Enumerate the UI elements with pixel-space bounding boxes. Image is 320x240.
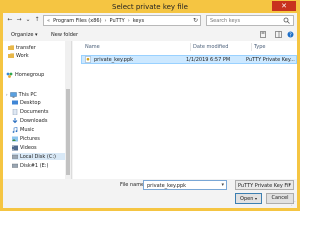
new-folder-button[interactable]: New folder bbox=[51, 32, 78, 38]
nav-item-disk-e[interactable]: Disk#1 (E:) bbox=[12, 162, 48, 169]
column-divider[interactable] bbox=[190, 43, 191, 51]
forward-button[interactable]: → bbox=[15, 16, 23, 24]
address-bar[interactable]: « Program Files (x86) › PuTTY › keys ↻ bbox=[43, 15, 201, 26]
nav-item-this-pc[interactable]: › This PC bbox=[6, 91, 37, 98]
expand-arrow-icon[interactable]: › bbox=[6, 92, 8, 97]
file-type-select[interactable]: PuTTY Private Key Files (*.ppk) ▾ bbox=[235, 180, 294, 190]
dialog-client: ← → ⌄ ↑ « Program Files (x86) › PuTTY › … bbox=[3, 13, 297, 208]
column-divider[interactable] bbox=[251, 43, 252, 51]
address-segment-putty[interactable]: PuTTY bbox=[110, 18, 125, 24]
nav-item-label: Desktop bbox=[20, 99, 41, 106]
ppk-file-icon bbox=[85, 56, 91, 65]
nav-item-label: Downloads bbox=[20, 117, 48, 124]
search-input[interactable]: Search keys bbox=[206, 15, 294, 26]
view-options-icon[interactable] bbox=[260, 31, 268, 40]
preview-pane-icon[interactable] bbox=[275, 31, 282, 40]
nav-scrollbar[interactable] bbox=[65, 41, 71, 179]
nav-item-label: Pictures bbox=[20, 135, 40, 142]
nav-item-label: Music bbox=[20, 126, 35, 133]
folder-icon bbox=[8, 53, 14, 58]
column-header-date[interactable]: Date modified bbox=[193, 44, 228, 50]
nav-item-label: Local Disk (C:) bbox=[20, 153, 56, 160]
resize-grip-icon[interactable]: ⋰ bbox=[291, 201, 296, 207]
file-name-input[interactable]: private_key.ppk ▾ bbox=[143, 180, 227, 190]
drive-icon bbox=[12, 154, 18, 159]
nav-item-videos[interactable]: Videos bbox=[12, 144, 37, 151]
file-date: 1/1/2019 6:57 PM bbox=[186, 57, 231, 63]
column-header-name[interactable]: Name bbox=[85, 44, 100, 50]
cancel-button[interactable]: Cancel bbox=[266, 193, 294, 204]
computer-icon bbox=[9, 91, 17, 98]
chevron-down-icon[interactable]: ▾ bbox=[288, 182, 291, 188]
search-icon bbox=[283, 17, 290, 26]
nav-item-label: transfer bbox=[16, 44, 36, 51]
title-bar[interactable]: Select private key file ✕ bbox=[0, 0, 300, 13]
dialog-window: Select private key file ✕ ← → ⌄ ↑ « Prog… bbox=[0, 0, 300, 211]
address-segment-program-files[interactable]: Program Files (x86) bbox=[53, 18, 101, 24]
nav-scrollbar-thumb[interactable] bbox=[66, 89, 70, 175]
nav-item-music[interactable]: Music bbox=[12, 126, 34, 133]
toolbar: Organize ▾ New folder ? bbox=[3, 29, 297, 40]
close-button[interactable]: ✕ bbox=[272, 1, 296, 11]
file-type: PuTTY Private Key... bbox=[246, 57, 295, 63]
chevron-down-icon[interactable]: ▾ bbox=[255, 196, 257, 201]
downloads-icon bbox=[12, 117, 18, 123]
file-name-value: private_key.ppk bbox=[147, 183, 187, 189]
homegroup-icon bbox=[6, 72, 13, 78]
chevron-down-icon[interactable]: ▾ bbox=[221, 182, 224, 188]
open-button-label: Open bbox=[240, 196, 254, 202]
address-separator[interactable]: › bbox=[128, 18, 130, 24]
help-icon[interactable]: ? bbox=[287, 31, 294, 40]
folder-icon bbox=[8, 45, 14, 50]
window-title: Select private key file bbox=[112, 3, 188, 11]
videos-icon bbox=[12, 145, 18, 150]
file-name-label: File name: bbox=[120, 182, 146, 188]
file-list-pane[interactable]: Name Date modified Type private_key.ppk … bbox=[73, 41, 297, 179]
address-separator[interactable]: › bbox=[105, 18, 107, 24]
address-segment-keys[interactable]: keys bbox=[133, 18, 144, 24]
documents-icon bbox=[12, 108, 18, 115]
file-name: private_key.ppk bbox=[94, 57, 134, 63]
navigation-pane[interactable]: transfer Work Homegroup › This PC Deskto… bbox=[3, 41, 72, 179]
recent-locations-button[interactable]: ⌄ bbox=[24, 16, 32, 24]
nav-item-homegroup[interactable]: Homegroup bbox=[6, 71, 44, 78]
nav-item-local-disk[interactable]: Local Disk (C:) bbox=[12, 153, 67, 160]
address-chevron[interactable]: « bbox=[47, 18, 50, 24]
nav-item-label: Disk#1 (E:) bbox=[20, 162, 49, 169]
nav-item-label: Videos bbox=[20, 144, 37, 151]
nav-item-documents[interactable]: Documents bbox=[12, 108, 49, 115]
nav-item-label: Documents bbox=[20, 108, 49, 115]
file-row-private-key[interactable]: private_key.ppk 1/1/2019 6:57 PM PuTTY P… bbox=[81, 55, 297, 64]
music-icon bbox=[12, 126, 18, 133]
file-type-value: PuTTY Private Key Files (*.ppk) bbox=[238, 183, 290, 189]
nav-item-work[interactable]: Work bbox=[8, 52, 29, 59]
nav-item-downloads[interactable]: Downloads bbox=[12, 117, 47, 124]
organize-button[interactable]: Organize ▾ bbox=[11, 32, 38, 38]
nav-item-label: Homegroup bbox=[15, 71, 45, 78]
up-button[interactable]: ↑ bbox=[33, 16, 41, 24]
back-button[interactable]: ← bbox=[6, 16, 14, 24]
column-header-type[interactable]: Type bbox=[254, 44, 265, 50]
pictures-icon bbox=[12, 136, 18, 141]
nav-item-label: This PC bbox=[18, 91, 37, 98]
nav-item-pictures[interactable]: Pictures bbox=[12, 135, 40, 142]
drive-icon bbox=[12, 163, 18, 168]
nav-item-label: Work bbox=[16, 52, 29, 59]
desktop-icon bbox=[12, 100, 18, 105]
open-button[interactable]: Open ▾ bbox=[235, 193, 262, 204]
svg-text:?: ? bbox=[289, 33, 292, 39]
nav-item-desktop[interactable]: Desktop bbox=[12, 99, 41, 106]
refresh-button[interactable]: ↻ bbox=[193, 17, 198, 24]
search-placeholder: Search keys bbox=[210, 18, 241, 24]
nav-item-transfer[interactable]: transfer bbox=[8, 44, 36, 51]
